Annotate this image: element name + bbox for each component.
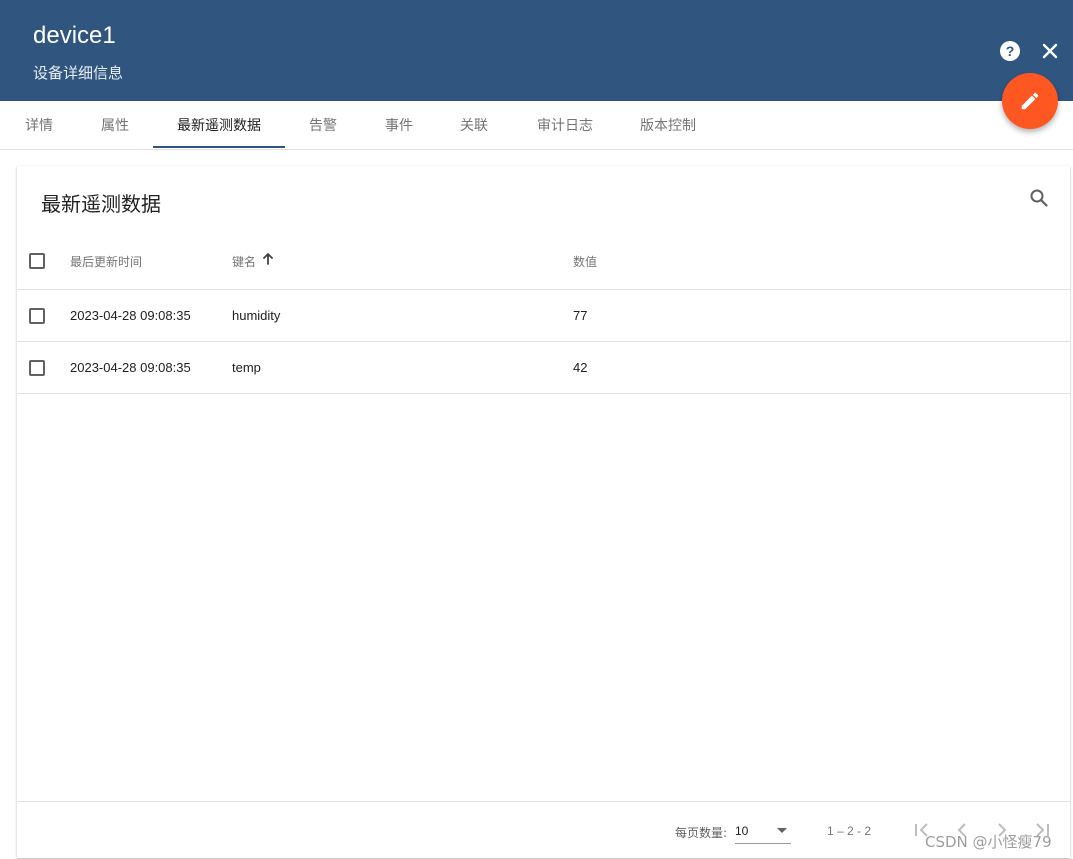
table-row[interactable]: 2023-04-28 09:08:35 humidity 77	[17, 290, 1070, 342]
cell-key: temp	[232, 360, 261, 375]
edit-fab-button[interactable]	[1002, 73, 1058, 129]
search-button[interactable]	[1027, 186, 1051, 210]
tab-version-control[interactable]: 版本控制	[633, 101, 703, 150]
help-icon: ?	[1000, 41, 1020, 61]
table-row[interactable]: 2023-04-28 09:08:35 temp 42	[17, 342, 1070, 394]
cell-value: 77	[573, 308, 588, 323]
column-header-last-update[interactable]: 最后更新时间	[70, 253, 142, 270]
tab-alarms[interactable]: 告警	[299, 101, 347, 150]
page-size-label: 每页数量:	[675, 826, 728, 840]
edit-icon	[1021, 92, 1039, 110]
arrow-up-icon[interactable]	[261, 252, 275, 266]
device-subtitle: 设备详细信息	[33, 64, 124, 82]
active-tab-indicator	[153, 146, 285, 148]
tab-bar: 详情 属性 最新遥测数据 告警 事件 关联 审计日志 版本控制	[0, 101, 1073, 150]
close-icon	[1042, 43, 1058, 59]
page-size-select[interactable]: 10	[735, 818, 791, 844]
svg-text:?: ?	[1006, 43, 1015, 59]
watermark-text: CSDN @小怪瘦79	[925, 833, 1052, 851]
close-button[interactable]	[1039, 40, 1061, 62]
tab-events[interactable]: 事件	[375, 101, 423, 150]
column-header-key[interactable]: 键名	[232, 253, 256, 270]
panel-title: 最新遥测数据	[41, 192, 161, 216]
telemetry-panel: 最新遥测数据 最后更新时间 键名 数值 2023-04-28 09:08:35 …	[17, 166, 1070, 858]
cell-last-update: 2023-04-28 09:08:35	[70, 308, 191, 323]
column-header-value[interactable]: 数值	[573, 253, 597, 270]
tab-relations[interactable]: 关联	[450, 101, 498, 150]
tab-audit-logs[interactable]: 审计日志	[530, 101, 600, 150]
device-title: device1	[33, 22, 116, 49]
cell-value: 42	[573, 360, 588, 375]
help-button[interactable]: ?	[999, 40, 1021, 62]
search-icon	[1030, 189, 1048, 207]
table-header: 最后更新时间 键名 数值	[17, 236, 1070, 290]
row-checkbox[interactable]	[29, 308, 45, 324]
row-checkbox[interactable]	[29, 360, 45, 376]
tab-latest-telemetry[interactable]: 最新遥测数据	[153, 101, 285, 150]
page-size-value: 10	[735, 824, 749, 838]
tab-details[interactable]: 详情	[15, 101, 63, 150]
dialog-header: device1 设备详细信息 ?	[0, 0, 1073, 101]
dropdown-arrow-icon	[777, 828, 787, 833]
page-range: 1 – 2 - 2	[827, 824, 872, 838]
select-all-checkbox[interactable]	[29, 253, 45, 269]
tab-attributes[interactable]: 属性	[91, 101, 139, 150]
cell-key: humidity	[232, 308, 281, 323]
pagination-bar: 每页数量: 10 1 – 2 - 2	[17, 801, 1070, 858]
cell-last-update: 2023-04-28 09:08:35	[70, 360, 191, 375]
